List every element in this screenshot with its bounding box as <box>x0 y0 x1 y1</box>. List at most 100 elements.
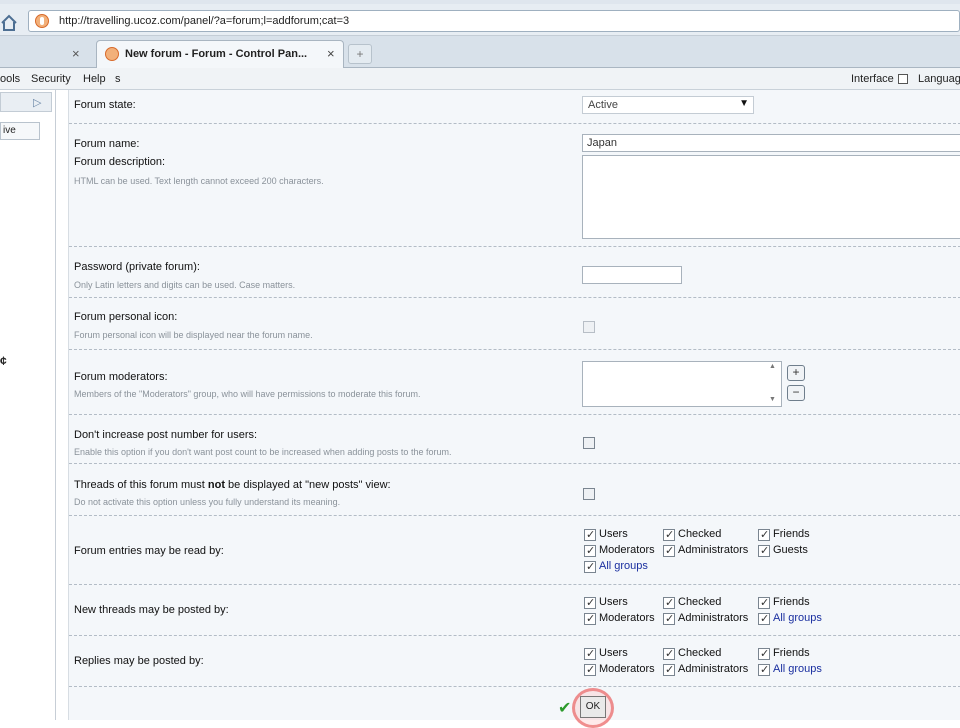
password-input[interactable] <box>582 266 682 284</box>
threads-by-label: New threads may be posted by: <box>74 604 229 616</box>
scroll-down-icon[interactable]: ▼ <box>769 396 779 403</box>
read-checked-label: Checked <box>678 528 722 540</box>
replies-users-label: Users <box>599 647 628 659</box>
expand-arrow-icon[interactable]: ▷ <box>33 96 41 109</box>
threads-users-label: Users <box>599 596 628 608</box>
read-moderators-label: Moderators <box>599 544 655 556</box>
threads-moderators-checkbox[interactable] <box>584 612 596 625</box>
interface-checkbox[interactable] <box>898 74 908 84</box>
replies-administrators-label: Administrators <box>678 663 749 675</box>
row-forum-name: Forum name: Forum description: HTML can … <box>69 125 960 247</box>
forum-name-value: Japan <box>587 137 617 149</box>
threads-friends-label: Friends <box>773 596 810 608</box>
replies-users-checkbox[interactable] <box>584 647 596 660</box>
forum-description-textarea[interactable] <box>582 155 960 239</box>
sidebar-button[interactable]: ive <box>0 122 40 140</box>
replies-checked-label: Checked <box>678 647 722 659</box>
moderators-list[interactable]: ▲ ▼ <box>582 361 782 407</box>
menu-item-interface[interactable]: Interface <box>851 73 894 85</box>
new-posts-label: Threads of this forum must not be displa… <box>74 479 391 491</box>
read-guests-label: Guests <box>773 544 808 556</box>
tab-new-forum[interactable]: New forum - Forum - Control Pan... × <box>96 40 344 68</box>
menu-item-security[interactable]: Security <box>31 73 71 85</box>
replies-all-groups-checkbox[interactable] <box>758 663 770 676</box>
personal-icon-checkbox[interactable] <box>583 321 595 333</box>
address-bar: http://travelling.ucoz.com/panel/?a=foru… <box>0 4 960 36</box>
ok-button[interactable]: OK <box>580 696 606 718</box>
replies-friends-checkbox[interactable] <box>758 647 770 660</box>
read-checked-checkbox[interactable] <box>663 528 675 541</box>
new-tab-button[interactable]: + <box>348 44 372 64</box>
replies-by-label: Replies may be posted by: <box>74 655 204 667</box>
tab-title: New forum - Forum - Control Pan... <box>125 48 308 60</box>
row-password: Password (private forum): Only Latin let… <box>69 248 960 298</box>
replies-moderators-label: Moderators <box>599 663 655 675</box>
row-threads-by: New threads may be posted by: Users Chec… <box>69 586 960 636</box>
row-moderators: Forum moderators: Members of the "Modera… <box>69 351 960 415</box>
threads-administrators-checkbox[interactable] <box>663 612 675 625</box>
row-new-posts: Threads of this forum must not be displa… <box>69 465 960 516</box>
read-guests-checkbox[interactable] <box>758 544 770 557</box>
sidebar-header[interactable]: ▷ <box>0 92 52 112</box>
no-increase-checkbox[interactable] <box>583 437 595 449</box>
read-all-groups-link[interactable]: All groups <box>599 560 648 572</box>
no-increase-hint: Enable this option if you don't want pos… <box>74 447 452 457</box>
replies-all-groups-link[interactable]: All groups <box>773 663 822 675</box>
sidebar: ▷ ive ¢ <box>0 90 56 720</box>
threads-checked-checkbox[interactable] <box>663 596 675 609</box>
threads-moderators-label: Moderators <box>599 612 655 624</box>
row-read-by: Forum entries may be read by: Users Chec… <box>69 517 960 585</box>
new-posts-label-a: Threads of this forum must <box>74 479 208 491</box>
read-users-label: Users <box>599 528 628 540</box>
sidebar-mark: ¢ <box>0 354 7 368</box>
forum-form: Forum state: Active ▼ Forum name: Forum … <box>68 90 960 720</box>
personal-icon-label: Forum personal icon: <box>74 311 178 323</box>
password-hint: Only Latin letters and digits can be use… <box>74 280 296 290</box>
replies-checked-checkbox[interactable] <box>663 647 675 660</box>
tab-favicon-icon <box>105 47 119 61</box>
replies-moderators-checkbox[interactable] <box>584 663 596 676</box>
row-forum-state: Forum state: Active ▼ <box>69 90 960 124</box>
threads-checked-label: Checked <box>678 596 722 608</box>
read-all-groups-checkbox[interactable] <box>584 560 596 573</box>
url-text: http://travelling.ucoz.com/panel/?a=foru… <box>59 15 350 27</box>
add-moderator-button[interactable]: + <box>787 365 805 381</box>
read-friends-checkbox[interactable] <box>758 528 770 541</box>
forum-description-hint: HTML can be used. Text length cannot exc… <box>74 176 324 186</box>
remove-moderator-button[interactable]: − <box>787 385 805 401</box>
new-posts-label-not: not <box>207 479 225 491</box>
dropdown-arrow-icon: ▼ <box>739 98 749 109</box>
menu-item-language[interactable]: Languag <box>918 73 960 85</box>
url-input[interactable]: http://travelling.ucoz.com/panel/?a=foru… <box>28 10 960 32</box>
forum-state-select[interactable]: Active ▼ <box>582 96 754 114</box>
tab-close-icon[interactable]: × <box>327 46 335 61</box>
personal-icon-hint: Forum personal icon will be displayed ne… <box>74 330 313 340</box>
threads-friends-checkbox[interactable] <box>758 596 770 609</box>
home-icon[interactable] <box>0 14 18 32</box>
menu-item-tools[interactable]: ools <box>0 73 20 85</box>
replies-administrators-checkbox[interactable] <box>663 663 675 676</box>
read-users-checkbox[interactable] <box>584 528 596 541</box>
menu-item-help[interactable]: Help <box>83 73 106 85</box>
threads-all-groups-checkbox[interactable] <box>758 612 770 625</box>
read-by-label: Forum entries may be read by: <box>74 545 224 557</box>
read-friends-label: Friends <box>773 528 810 540</box>
menu-bar: ools Security Help s Interface Languag <box>0 68 960 90</box>
no-increase-label: Don't increase post number for users: <box>74 429 258 441</box>
scroll-up-icon[interactable]: ▲ <box>769 363 779 370</box>
forum-description-label: Forum description: <box>74 156 166 168</box>
read-moderators-checkbox[interactable] <box>584 544 596 557</box>
new-posts-hint: Do not activate this option unless you f… <box>74 497 341 507</box>
threads-all-groups-link[interactable]: All groups <box>773 612 822 624</box>
menu-item-s[interactable]: s <box>115 73 121 85</box>
row-no-increase: Don't increase post number for users: En… <box>69 416 960 464</box>
read-administrators-checkbox[interactable] <box>663 544 675 557</box>
site-favicon-icon <box>35 14 49 28</box>
threads-users-checkbox[interactable] <box>584 596 596 609</box>
new-posts-checkbox[interactable] <box>583 488 595 500</box>
forum-state-value: Active <box>588 99 618 111</box>
tab-bar: × New forum - Forum - Control Pan... × + <box>0 36 960 68</box>
moderators-hint: Members of the "Moderators" group, who w… <box>74 389 421 399</box>
forum-name-input[interactable]: Japan <box>582 134 960 152</box>
close-icon[interactable]: × <box>72 46 80 61</box>
